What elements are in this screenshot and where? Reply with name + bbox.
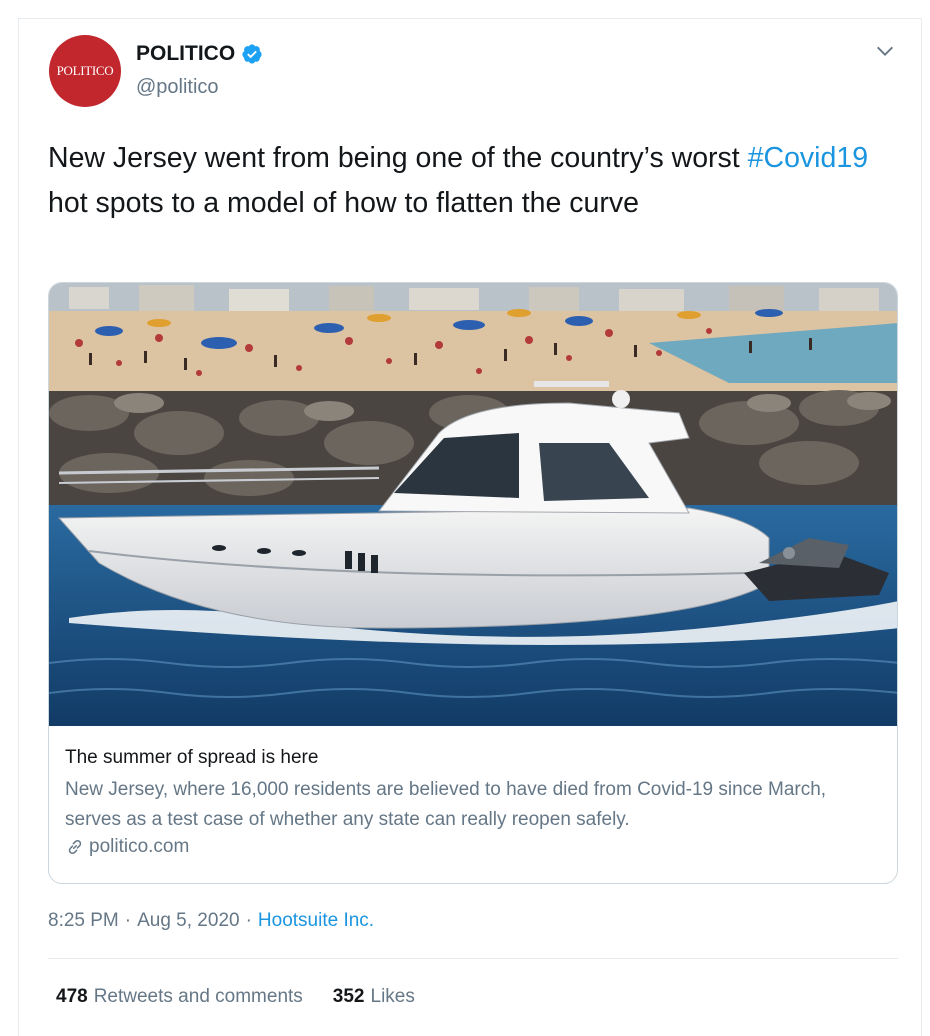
likes-count: 352 (332, 986, 365, 1007)
author-handle[interactable]: @politico (136, 76, 219, 99)
retweets-count: 478 (56, 986, 88, 1007)
author-name[interactable]: POLITICO (136, 42, 263, 66)
tweet-meta: 8:25 PM · Aug 5, 2020 · Hootsuite Inc. (48, 910, 374, 932)
tweet-text-part: hot spots to a model of how to flatten t… (48, 187, 639, 219)
avatar[interactable]: POLITICO (49, 35, 121, 107)
tweet-date[interactable]: Aug 5, 2020 (137, 910, 239, 932)
card-body: The summer of spread is here New Jersey,… (65, 745, 885, 858)
retweets-stat[interactable]: 478 Retweets and comments (56, 986, 303, 1008)
divider (48, 958, 898, 959)
card-domain[interactable]: politico.com (65, 836, 885, 858)
card-description: New Jersey, where 16,000 residents are b… (65, 779, 827, 830)
avatar-logo-text: POLITICO (56, 63, 114, 78)
card-image[interactable] (49, 283, 898, 726)
hashtag-link[interactable]: #Covid19 (748, 142, 868, 174)
card-domain-text[interactable]: politico.com (89, 836, 189, 858)
chevron-down-icon[interactable] (874, 40, 896, 62)
meta-separator: · (245, 910, 252, 931)
card-title[interactable]: The summer of spread is here (65, 745, 885, 771)
link-icon (68, 839, 82, 855)
likes-label: Likes (370, 986, 415, 1007)
verified-icon (242, 44, 262, 64)
meta-separator: · (124, 910, 132, 931)
tweet-time[interactable]: 8:25 PM (48, 910, 119, 932)
author-name-text[interactable]: POLITICO (136, 42, 235, 66)
tweet-text-part: New Jersey went from being one of the co… (48, 142, 748, 174)
tweet-text: New Jersey went from being one of the co… (48, 136, 898, 226)
tweet-stats: 478 Retweets and comments 352 Likes (56, 986, 415, 1008)
retweets-label: Retweets and comments (93, 986, 303, 1007)
link-card[interactable]: The summer of spread is here New Jersey,… (48, 282, 898, 884)
source-link[interactable]: Hootsuite Inc. (258, 910, 374, 932)
likes-stat[interactable]: 352 Likes (333, 986, 415, 1008)
